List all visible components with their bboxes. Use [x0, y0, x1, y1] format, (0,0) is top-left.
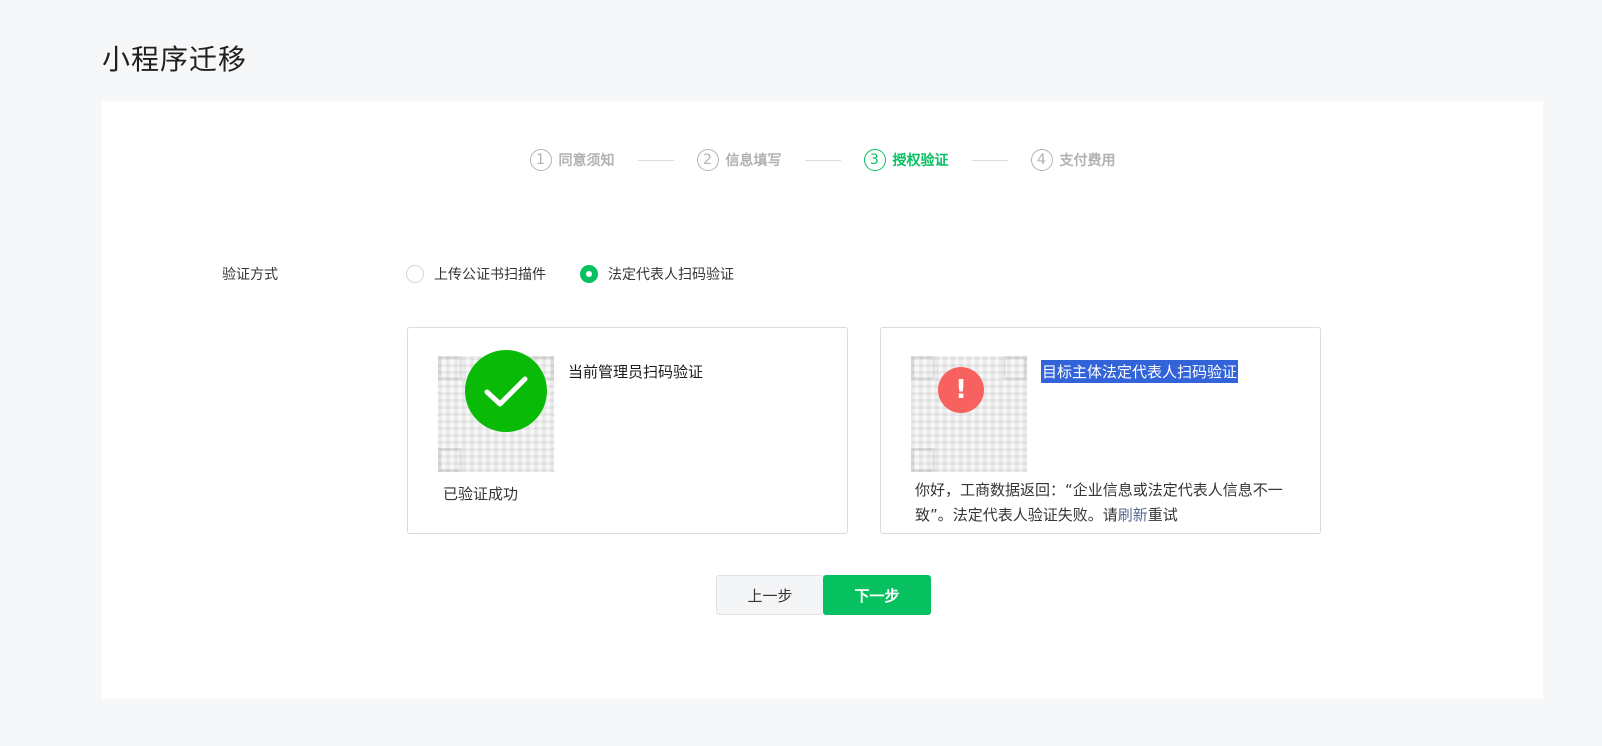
- step-number: 4: [1030, 149, 1053, 171]
- error-message: 你好，工商数据返回：“企业信息或法定代表人信息不一致”。法定代表人验证失败。请刷…: [915, 478, 1305, 528]
- error-text-tail: 重试: [1147, 506, 1178, 524]
- step-number: 3: [863, 149, 886, 171]
- prev-step-button[interactable]: 上一步: [716, 575, 824, 615]
- radio-circle-checked[interactable]: [580, 265, 598, 283]
- step-4: 4 支付费用: [1030, 149, 1116, 171]
- radio-label: 法定代表人扫码验证: [608, 267, 734, 283]
- card-title: 当前管理员扫码验证: [568, 363, 704, 381]
- verify-method-label: 验证方式: [222, 267, 278, 283]
- check-circle-icon: [465, 350, 547, 432]
- error-text: 你好，工商数据返回：“企业信息或法定代表人信息不一致”。法定代表人验证失败。请: [915, 481, 1283, 524]
- next-step-button[interactable]: 下一步: [823, 575, 931, 615]
- step-divider: [804, 159, 841, 161]
- verify-status: 已验证成功: [443, 485, 519, 503]
- step-label: 支付费用: [1059, 153, 1116, 169]
- radio-legal-rep-scan[interactable]: 法定代表人扫码验证: [580, 264, 734, 284]
- radio-circle[interactable]: [406, 265, 424, 283]
- page-title: 小程序迁移: [102, 43, 248, 76]
- warning-circle-icon: !: [938, 367, 984, 413]
- step-label: 同意须知: [558, 153, 615, 169]
- step-label: 信息填写: [725, 153, 782, 169]
- step-2: 2 信息填写: [696, 149, 782, 171]
- step-3: 3 授权验证: [863, 149, 949, 171]
- refresh-link[interactable]: 刷新: [1118, 506, 1148, 524]
- step-label: 授权验证: [892, 153, 949, 169]
- card-current-admin: 当前管理员扫码验证 已验证成功: [407, 327, 848, 534]
- radio-upload-notary[interactable]: 上传公证书扫描件: [406, 264, 546, 284]
- verify-method-radio-group: 上传公证书扫描件 法定代表人扫码验证: [406, 264, 768, 284]
- step-number: 1: [529, 149, 552, 171]
- main-panel: 1 同意须知 2 信息填写 3 授权验证 4 支付费用 验证方式 上传公证书扫描…: [102, 101, 1543, 699]
- step-divider: [971, 159, 1008, 161]
- step-1: 1 同意须知: [529, 149, 615, 171]
- radio-label: 上传公证书扫描件: [434, 267, 546, 283]
- card-title: 目标主体法定代表人扫码验证: [1041, 360, 1239, 383]
- step-number: 2: [696, 149, 719, 171]
- card-legal-rep: ! 目标主体法定代表人扫码验证 你好，工商数据返回：“企业信息或法定代表人信息不…: [880, 327, 1321, 534]
- button-group: 上一步 下一步: [716, 575, 931, 615]
- step-divider: [637, 159, 674, 161]
- step-indicator: 1 同意须知 2 信息填写 3 授权验证 4 支付费用: [102, 149, 1543, 171]
